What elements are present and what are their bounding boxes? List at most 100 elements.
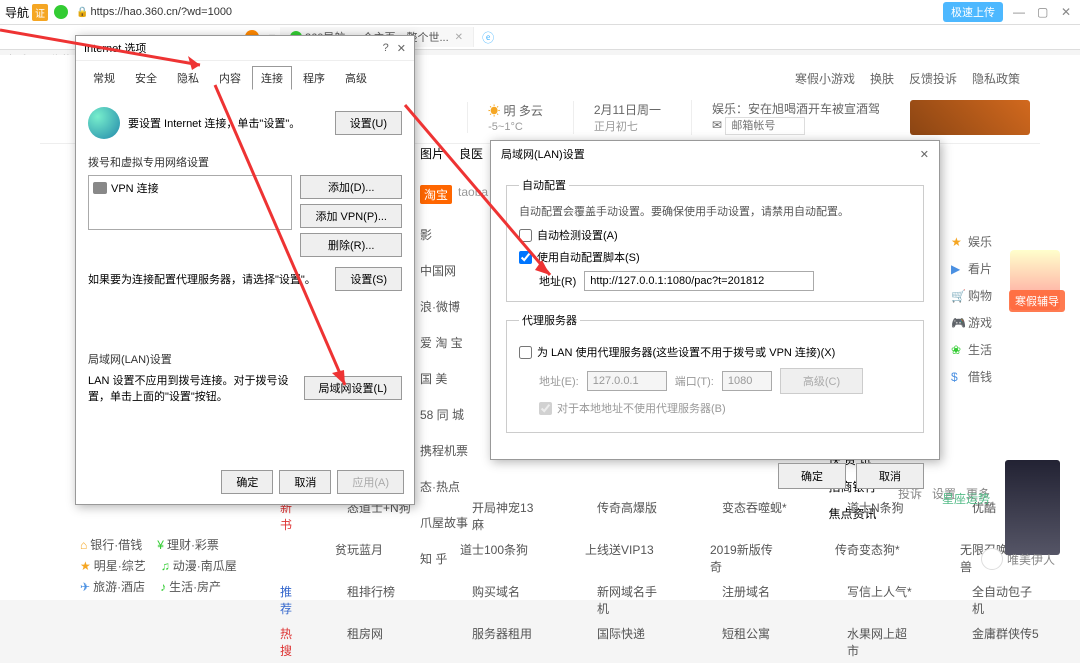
nav-link[interactable]: 反馈投诉 [909,70,957,87]
link[interactable]: 水果网上超市 [847,625,917,659]
add-button[interactable]: 添加(D)... [300,175,402,199]
cat-item[interactable]: ★娱乐 [948,230,995,253]
cat-link[interactable]: ¥理财·彩票 [157,536,219,553]
link[interactable]: 写信上人气* [847,583,917,617]
link[interactable]: 租排行榜 [347,583,417,617]
link[interactable]: 中国网 [420,262,490,279]
cancel-button[interactable]: 取消 [856,463,924,489]
cancel-button[interactable]: 取消 [279,470,331,494]
tab-doctor[interactable]: 良医 [459,145,483,162]
help-icon[interactable]: ? [383,42,389,55]
tab-security[interactable]: 安全 [126,66,166,90]
link[interactable]: 58 同 城 [420,406,490,423]
mail-input[interactable] [725,117,805,135]
link[interactable]: 道士N条狗 [847,499,917,533]
news-text[interactable]: 娱乐：安在旭喝酒开车被宣酒驾 [712,102,880,116]
link[interactable]: 新网域名手机 [597,583,667,617]
link[interactable]: 2019新版传奇 [710,541,780,575]
left-tags: 淘宝 taoba [420,185,488,204]
tab-general[interactable]: 常规 [84,66,124,90]
link[interactable]: 短租公寓 [722,625,792,659]
tab-privacy[interactable]: 隐私 [168,66,208,90]
cat-link[interactable]: ♪生活·房产 [160,578,221,595]
tab-images[interactable]: 图片 [420,145,444,162]
dialog-titlebar[interactable]: 局域网(LAN)设置 ✕ [491,141,939,167]
settings-button[interactable]: 设置(S) [335,267,402,291]
vpn-item[interactable]: VPN 连接 [93,180,287,196]
url-text[interactable]: 🔒https://hao.360.cn/?wd=1000 [76,6,232,18]
cat-item[interactable]: ▶看片 [948,257,995,280]
ad-banner[interactable] [910,100,1030,135]
cat-item[interactable]: 🎮游戏 [948,311,995,334]
tag-hot[interactable]: 热搜 [280,625,292,659]
ad-side[interactable] [1005,460,1060,555]
cat-link[interactable]: ⌂银行·借钱 [80,536,142,553]
link[interactable]: 金庸群侠传5 [972,625,1042,659]
link[interactable]: 爱 淘 宝 [420,334,490,351]
tab-connections[interactable]: 连接 [252,66,292,90]
cat-link[interactable]: ✈旅游·酒店 [80,578,145,595]
link[interactable]: 贫玩蓝月 [335,541,405,575]
pac-address-input[interactable] [584,271,814,291]
cat-item[interactable]: 🛒购物 [948,284,995,307]
cat-item[interactable]: $借钱 [948,365,995,388]
nav-label: 导航 [5,4,29,21]
auto-detect-checkbox[interactable] [519,229,532,242]
link[interactable]: 道士100条狗 [460,541,530,575]
cart-icon: 🛒 [951,289,965,303]
auto-config-fieldset: 自动配置 自动配置会覆盖手动设置。要确保使用手动设置，请禁用自动配置。 自动检测… [506,177,924,302]
zodiac-link[interactable]: 星座运势 [942,490,990,507]
delete-button[interactable]: 删除(R)... [300,233,402,257]
proxy-addr-label: 地址(E): [539,373,579,389]
ie-icon[interactable]: ⓔ [482,29,494,46]
link[interactable]: 国 美 [420,370,490,387]
weather-cell[interactable]: ☀ 明 多云 -5~1°C [467,102,543,133]
cloud-upload-button[interactable]: 极速上传 [943,2,1003,22]
tab-programs[interactable]: 程序 [294,66,334,90]
lan-settings-button[interactable]: 局域网设置(L) [304,376,402,400]
promo-label[interactable]: 寒假辅导 [1009,290,1065,312]
link[interactable]: 态·热点 [420,478,490,495]
tab-content[interactable]: 内容 [210,66,250,90]
link[interactable]: 浪·微博 [420,298,490,315]
link[interactable]: 国际快递 [597,625,667,659]
link[interactable]: 注册域名 [722,583,792,617]
link[interactable]: 影 [420,226,490,243]
link[interactable]: 携程机票 [420,442,490,459]
nav-link[interactable]: 换肤 [870,70,894,87]
tab-advanced[interactable]: 高级 [336,66,376,90]
tag-rec[interactable]: 推荐 [280,583,292,617]
link-table: 新书 态道士+N狗 开局神宠13麻 传奇高爆版 变态吞噬蚬* 道士N条狗 优酷 … [280,495,990,663]
link[interactable]: 上线送VIP13 [585,541,655,575]
link[interactable]: 传奇高爆版 [597,499,667,533]
vpn-listbox[interactable]: VPN 连接 [88,175,292,230]
link[interactable]: 全自动包子机 [972,583,1042,617]
link[interactable]: 变态吞噬蚬* [722,499,792,533]
minimize-icon[interactable]: — [1013,5,1027,19]
close-icon[interactable]: ✕ [397,42,406,55]
link[interactable]: 租房网 [347,625,417,659]
proxy-checkbox[interactable] [519,346,532,359]
maximize-icon[interactable]: ▢ [1037,5,1051,19]
link[interactable]: 购买域名 [472,583,542,617]
setup-button[interactable]: 设置(U) [335,111,402,135]
nav-link[interactable]: 隐私政策 [972,70,1020,87]
cat-link[interactable]: ♫动漫·南瓜屋 [161,557,237,574]
dialog-titlebar[interactable]: Internet 选项 ? ✕ [76,36,414,61]
add-vpn-button[interactable]: 添加 VPN(P)... [300,204,402,228]
ok-button[interactable]: 确定 [778,463,846,489]
tab-close-icon[interactable]: ✕ [455,32,463,43]
cat-link[interactable]: ★明星·综艺 [80,557,146,574]
ok-button[interactable]: 确定 [221,470,273,494]
close-icon[interactable]: ✕ [1061,5,1075,19]
close-icon[interactable]: ✕ [920,148,929,161]
auto-script-checkbox[interactable] [519,251,532,264]
tag-taobao[interactable]: 淘宝 [420,185,452,204]
link[interactable]: 服务器租用 [472,625,542,659]
nav-link[interactable]: 寒假小游戏 [795,70,855,87]
proxy-port-input [722,371,772,391]
cat-item[interactable]: ❀生活 [948,338,995,361]
link[interactable]: 传奇变态狗* [835,541,905,575]
link[interactable]: 开局神宠13麻 [472,499,542,533]
apply-button[interactable]: 应用(A) [337,470,404,494]
